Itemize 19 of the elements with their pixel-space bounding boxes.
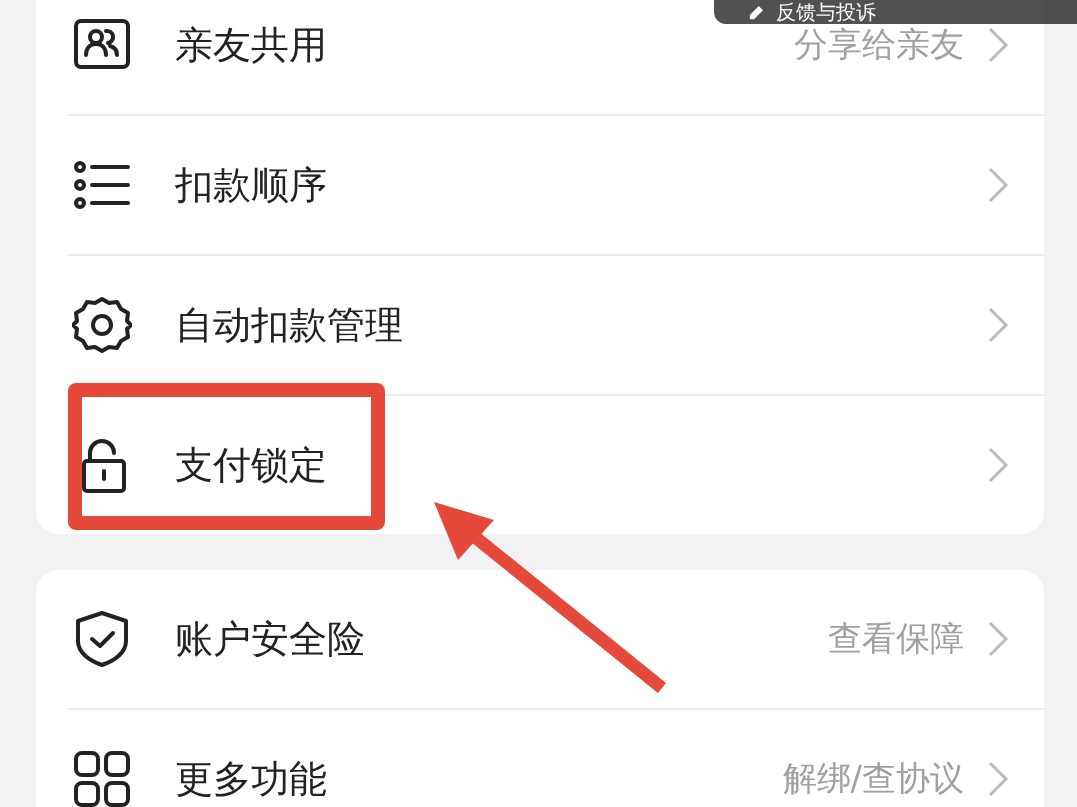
menu-item-label[interactable]: 自动扣款管理 [175,299,403,351]
chevron-icon [986,619,1010,659]
chevron-icon [986,305,1010,345]
gear-icon [72,295,132,355]
grid-icon [72,749,132,807]
menu-item-label[interactable]: 更多功能 [175,753,327,805]
edit-icon [748,3,766,21]
item-value: 查看保障 [828,617,964,660]
chevron-icon [986,759,1010,799]
item-value: 分享给亲友 [794,23,964,66]
chevron-icon [986,25,1010,65]
chevron-icon [986,445,1010,485]
item-value: 解绑/查协议 [782,757,964,800]
menu-item-label[interactable]: 亲友共用 [175,19,327,71]
menu-item-label[interactable]: 扣款顺序 [175,159,327,211]
feedback-toast[interactable]: 反馈与投诉 [714,0,1077,24]
menu-item-label[interactable]: 支付锁定 [175,439,327,491]
chevron-icon [986,165,1010,205]
menu-item-label[interactable]: 账户安全险 [175,613,365,665]
